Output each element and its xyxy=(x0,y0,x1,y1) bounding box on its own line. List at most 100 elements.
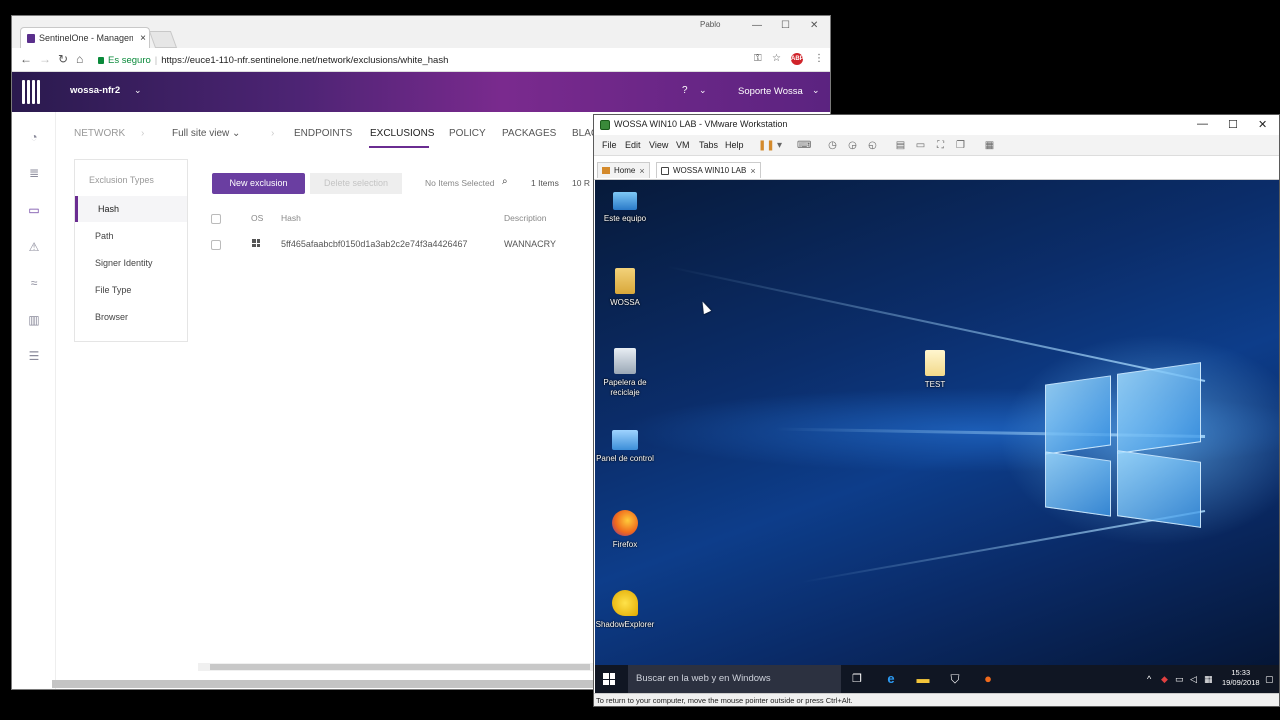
taskbar-search-input[interactable]: Buscar en la web y en Windows xyxy=(628,665,841,693)
exclusion-type-hash[interactable]: Hash xyxy=(75,196,187,222)
computer-icon xyxy=(613,192,637,210)
col-os[interactable]: OS xyxy=(251,213,263,223)
close-icon[interactable]: ✕ xyxy=(1258,118,1267,131)
desktop-icon-test[interactable]: TEST xyxy=(903,350,967,390)
reload-icon[interactable]: ↻ xyxy=(58,52,68,66)
close-icon[interactable]: × xyxy=(639,166,644,176)
settings-icon[interactable]: ☰ xyxy=(26,349,42,365)
site-view-dropdown[interactable]: Full site view ⌄ xyxy=(172,128,240,139)
col-description[interactable]: Description xyxy=(504,213,547,223)
volume-icon[interactable]: ◁ xyxy=(1190,674,1197,685)
chevron-down-icon[interactable]: ▾ xyxy=(773,139,786,152)
threats-icon[interactable]: ⚠ xyxy=(26,240,42,256)
new-tab-button[interactable] xyxy=(148,31,178,48)
menu-file[interactable]: File xyxy=(602,140,617,150)
row-checkbox[interactable] xyxy=(211,240,221,250)
desktop-icon-shadowexplorer[interactable]: ShadowExplorer xyxy=(595,590,657,630)
desktop-icon-firefox[interactable]: Firefox xyxy=(595,510,657,550)
delete-selection-button[interactable]: Delete selection xyxy=(310,173,402,194)
task-view-icon[interactable]: ❐ xyxy=(849,671,865,687)
menu-edit[interactable]: Edit xyxy=(625,140,641,150)
chevron-down-icon[interactable]: ⌄ xyxy=(699,85,707,96)
network-tray-icon[interactable]: ▭ xyxy=(1175,674,1184,685)
menu-help[interactable]: Help xyxy=(725,140,744,150)
store-icon[interactable]: ⛉ xyxy=(947,671,963,687)
minimize-icon[interactable]: — xyxy=(1197,118,1208,130)
close-icon[interactable]: ✕ xyxy=(810,20,818,31)
exclusion-type-signer[interactable]: Signer Identity xyxy=(75,250,187,276)
user-menu[interactable]: Soporte Wossa xyxy=(738,86,803,97)
notifications-icon[interactable]: ▢ xyxy=(1265,674,1274,685)
back-icon[interactable]: ← xyxy=(20,52,32,66)
pause-icon[interactable]: ❚❚ xyxy=(758,139,775,152)
security-tray-icon[interactable]: ◆ xyxy=(1161,674,1168,685)
guest-desktop[interactable]: Este equipo WOSSA Papelera de reciclaje … xyxy=(595,180,1279,665)
nav-policy[interactable]: POLICY xyxy=(449,128,486,139)
desktop-icon-este-equipo[interactable]: Este equipo xyxy=(595,188,657,224)
chevron-down-icon[interactable]: ⌄ xyxy=(134,85,142,96)
desktop-icon-papelera[interactable]: Papelera de reciclaje xyxy=(595,348,657,398)
forward-icon[interactable]: → xyxy=(39,52,51,66)
unity-icon[interactable]: ❐ xyxy=(954,139,967,152)
vmware-menubar: File Edit View VM Tabs Help ❚❚ ▾ ⌨ ◷ ◶ ◵… xyxy=(594,135,1279,156)
star-icon[interactable]: ☆ xyxy=(772,53,781,64)
maximize-icon[interactable]: ☐ xyxy=(1228,118,1238,131)
nav-endpoints[interactable]: ENDPOINTS xyxy=(294,128,352,139)
keyboard-icon[interactable]: ▦ xyxy=(1204,674,1213,685)
search-icon[interactable]: ⌕ xyxy=(502,176,508,187)
nav-exclusions[interactable]: EXCLUSIONS xyxy=(370,128,434,139)
tab-vm[interactable]: WOSSA WIN10 LAB × xyxy=(656,162,761,178)
browser-tab[interactable]: SentinelOne - Managem × xyxy=(20,27,150,48)
col-hash[interactable]: Hash xyxy=(281,213,301,223)
tray-chevron-icon[interactable]: ^ xyxy=(1147,674,1151,684)
send-ctrl-alt-del-icon[interactable]: ⌨ xyxy=(797,139,811,152)
console-view-icon[interactable]: ▭ xyxy=(914,139,927,152)
nav-network[interactable]: NETWORK xyxy=(74,128,125,139)
adblock-icon[interactable]: ABP xyxy=(791,53,804,65)
file-explorer-icon[interactable]: ▬ xyxy=(915,671,931,687)
tab-close-icon[interactable]: × xyxy=(137,33,149,44)
activity-icon[interactable]: ≈ xyxy=(26,276,42,292)
network-icon[interactable]: ▭ xyxy=(26,203,42,219)
site-selector[interactable]: wossa-nfr2 xyxy=(70,85,120,96)
tab-home[interactable]: Home × xyxy=(597,162,650,178)
fullscreen-icon[interactable]: ⛶ xyxy=(934,139,947,152)
chevron-down-icon[interactable]: ⌄ xyxy=(812,85,820,96)
taskbar-clock[interactable]: 15:33 19/09/2018 xyxy=(1222,668,1260,688)
start-button[interactable] xyxy=(603,673,615,685)
exclusion-type-filetype[interactable]: File Type xyxy=(75,277,187,303)
table-scrollbar[interactable] xyxy=(198,663,598,671)
close-icon[interactable]: × xyxy=(750,166,755,176)
profile-name[interactable]: Pablo xyxy=(700,20,720,29)
thumbnail-icon[interactable]: ▦ xyxy=(983,139,996,152)
desktop-icon-panel[interactable]: Panel de control xyxy=(595,430,657,464)
menu-tabs[interactable]: Tabs xyxy=(699,140,718,150)
select-all-checkbox[interactable] xyxy=(211,214,221,224)
new-exclusion-button[interactable]: New exclusion xyxy=(212,173,305,194)
reports-icon[interactable]: ▥ xyxy=(26,313,42,329)
edge-icon[interactable]: e xyxy=(883,671,899,687)
sidebar-toggle-icon[interactable]: ▤ xyxy=(894,139,907,152)
revert-snapshot-icon[interactable]: ◶ xyxy=(846,139,859,152)
exclusion-type-browser[interactable]: Browser xyxy=(75,304,187,330)
minimize-icon[interactable]: — xyxy=(752,20,762,31)
home-icon[interactable]: ⌂ xyxy=(76,52,83,66)
key-icon[interactable]: ⚿ xyxy=(754,53,762,64)
help-icon[interactable]: ? xyxy=(682,85,688,96)
url-field[interactable]: Es seguro | https://euce1-110-nfr.sentin… xyxy=(98,51,742,69)
maximize-icon[interactable]: ☐ xyxy=(781,20,790,31)
sentinelone-logo-icon[interactable] xyxy=(22,80,42,104)
dashboard-icon[interactable]: ◔ xyxy=(26,130,42,146)
page-scrollbar[interactable] xyxy=(52,680,602,688)
menu-view[interactable]: View xyxy=(649,140,668,150)
snapshot-icon[interactable]: ◷ xyxy=(826,139,839,152)
exclusion-type-path[interactable]: Path xyxy=(75,223,187,249)
menu-icon[interactable]: ⋮ xyxy=(814,53,824,64)
analyze-icon[interactable]: ≣ xyxy=(26,166,42,182)
snapshot-manager-icon[interactable]: ◵ xyxy=(866,139,879,152)
firefox-icon[interactable]: ● xyxy=(980,671,996,687)
desktop-icon-wossa[interactable]: WOSSA xyxy=(595,268,657,308)
per-page-selector[interactable]: 10 R xyxy=(572,178,590,188)
menu-vm[interactable]: VM xyxy=(676,140,690,150)
nav-packages[interactable]: PACKAGES xyxy=(502,128,556,139)
